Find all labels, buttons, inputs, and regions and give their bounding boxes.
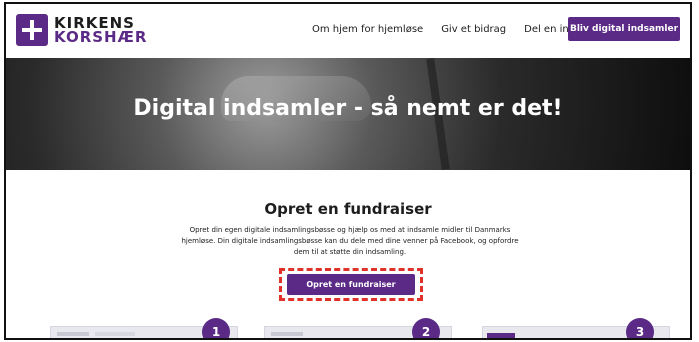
step-badge-3: 3 (626, 318, 654, 338)
page-frame: KIRKENS KORSHÆR Om hjem for hjemløse Giv… (4, 2, 692, 340)
preview-bar (57, 332, 89, 336)
brand-wordmark: KIRKENS KORSHÆR (54, 16, 148, 46)
step-badge-2: 2 (412, 318, 440, 338)
preview-block (487, 333, 515, 338)
nav-link-giv-bidrag[interactable]: Giv et bidrag (441, 24, 506, 35)
site-header: KIRKENS KORSHÆR Om hjem for hjemløse Giv… (6, 4, 690, 58)
brand-logo[interactable]: KIRKENS KORSHÆR (16, 14, 147, 46)
nav-link-om-hjem[interactable]: Om hjem for hjemløse (312, 24, 423, 35)
preview-bar (271, 332, 303, 336)
hero-title: Digital indsamler - så nemt er det! (133, 96, 563, 121)
cross-logo-icon (16, 14, 48, 46)
create-fundraiser-button[interactable]: Opret en fundraiser (287, 274, 415, 295)
preview-bar (95, 332, 135, 336)
brand-line-2: KORSHÆR (54, 28, 148, 46)
section-title: Opret en fundraiser (264, 200, 432, 218)
section-description: Opret din egen digitale indsamlingsbøsse… (181, 226, 519, 256)
hero-banner: Digital indsamler - så nemt er det! (6, 58, 690, 170)
become-fundraiser-button[interactable]: Bliv digital indsamler (568, 17, 680, 41)
step-badge-1: 1 (202, 318, 230, 338)
